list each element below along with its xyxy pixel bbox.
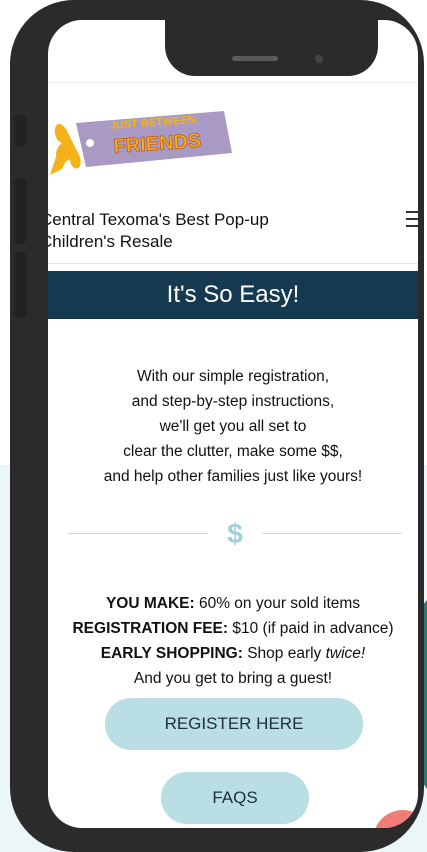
phone-screen: JUST BETWEEN FRIENDS Central Texoma's Be… [48, 20, 418, 828]
intro-text: With our simple registration, and step-b… [53, 364, 413, 489]
section-banner: It's So Easy! [48, 271, 418, 319]
phone-notch [165, 20, 378, 76]
early-shopping-row: EARLY SHOPPING: Shop early twice! [100, 645, 366, 662]
intro-line: we'll get you all set to [159, 418, 307, 435]
register-here-button[interactable]: REGISTER HERE [105, 698, 363, 750]
phone-camera [315, 55, 323, 63]
separator-line-left [68, 533, 208, 534]
phone-frame: JUST BETWEEN FRIENDS Central Texoma's Be… [10, 0, 424, 852]
intro-line: and help other families just like yours! [103, 468, 363, 485]
site-tagline: Central Texoma's Best Pop-up Children's … [48, 209, 340, 253]
header-divider [48, 263, 418, 264]
tagline-line-1: Central Texoma's Best Pop-up [48, 210, 269, 229]
phone-speaker [232, 56, 278, 61]
pricing-details: YOU MAKE: 60% on your sold items REGISTR… [48, 591, 418, 691]
hamburger-menu-icon[interactable] [406, 211, 418, 229]
ribbon-icon [50, 123, 81, 175]
intro-line: and step-by-step instructions, [131, 393, 335, 410]
phone-volume-down [14, 252, 26, 318]
phone-mute-switch [14, 115, 26, 147]
registration-fee-row: REGISTRATION FEE: $10 (if paid in advanc… [72, 620, 394, 637]
chat-widget-icon[interactable] [373, 810, 418, 828]
intro-line: With our simple registration, [136, 368, 330, 385]
tagline-line-2: Children's Resale [48, 232, 173, 251]
faqs-button[interactable]: FAQS [161, 772, 309, 824]
separator-line-right [262, 533, 402, 534]
site-header: JUST BETWEEN FRIENDS Central Texoma's Be… [48, 82, 418, 273]
you-make-row: YOU MAKE: 60% on your sold items [105, 595, 361, 612]
intro-line: clear the clutter, make some $$, [123, 443, 343, 460]
phone-volume-up [14, 178, 26, 244]
just-between-friends-logo[interactable]: JUST BETWEEN FRIENDS [48, 109, 238, 175]
guest-row: And you get to bring a guest! [133, 670, 333, 687]
dollar-icon: $ [227, 518, 243, 549]
